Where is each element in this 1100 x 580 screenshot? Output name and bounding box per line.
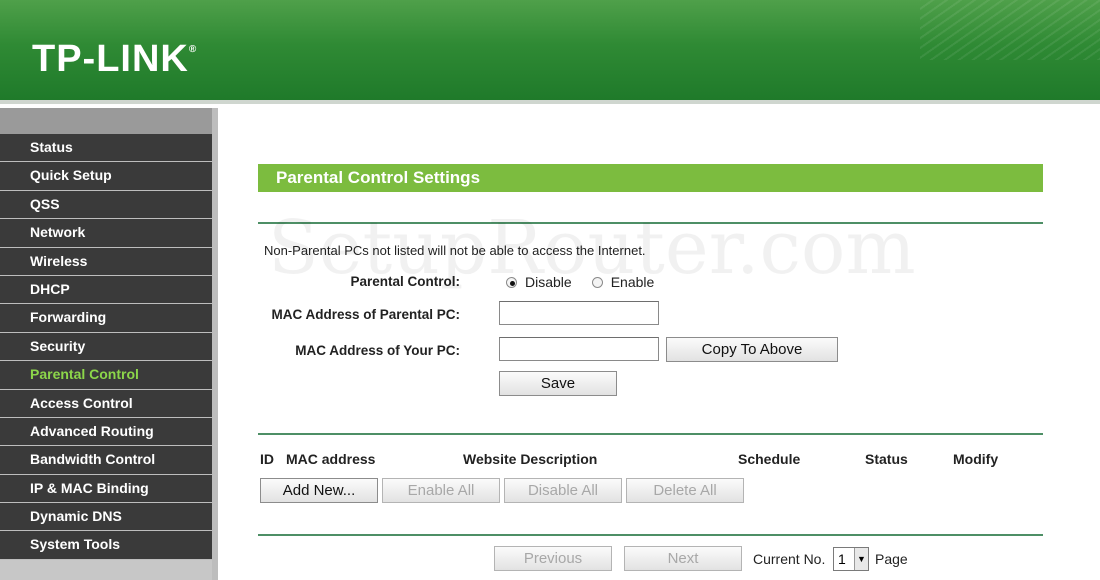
sidebar-item-status[interactable]: Status <box>0 134 212 163</box>
sidebar-item-wireless[interactable]: Wireless <box>0 247 212 276</box>
sidebar-item-dhcp[interactable]: DHCP <box>0 275 212 305</box>
disable-all-button[interactable]: Disable All <box>504 478 622 503</box>
parental-control-label: Parental Control: <box>350 274 460 289</box>
sidebar-item-quick-setup[interactable]: Quick Setup <box>0 162 212 191</box>
page-select-value: 1 <box>838 551 846 567</box>
page-suffix-label: Page <box>875 551 908 567</box>
header-banner: TP-LINK® <box>0 0 1100 104</box>
sidebar-item-network[interactable]: Network <box>0 219 212 248</box>
previous-button[interactable]: Previous <box>494 546 612 571</box>
divider-middle <box>258 433 1043 435</box>
page-select[interactable]: 1 ▼ <box>833 547 869 571</box>
enable-all-button[interactable]: Enable All <box>382 478 500 503</box>
sidebar-item-forwarding[interactable]: Forwarding <box>0 304 212 333</box>
header-decoration <box>920 0 1100 60</box>
column-header-schedule: Schedule <box>738 451 801 467</box>
tp-link-logo: TP-LINK® <box>32 38 197 81</box>
logo-text: TP-LINK <box>32 38 189 80</box>
mac-your-pc-label: MAC Address of Your PC: <box>295 343 460 358</box>
radio-disable-label: Disable <box>525 274 572 290</box>
sidebar-item-parental-control[interactable]: Parental Control <box>0 361 212 390</box>
radio-disable[interactable] <box>506 276 517 288</box>
sidebar-nav: Status Quick Setup QSS Network Wireless … <box>0 108 218 580</box>
sidebar-item-dynamic-dns[interactable]: Dynamic DNS <box>0 503 212 532</box>
next-button[interactable]: Next <box>624 546 742 571</box>
divider-bottom <box>258 534 1043 536</box>
add-new-button[interactable]: Add New... <box>260 478 378 503</box>
radio-enable-label: Enable <box>610 274 655 290</box>
save-button[interactable]: Save <box>499 371 617 396</box>
parental-control-radio-group: Disable Enable <box>506 274 674 290</box>
column-header-id: ID <box>260 451 274 467</box>
page-title: Parental Control Settings <box>258 164 1043 192</box>
sidebar-top-strip <box>0 108 212 134</box>
column-header-modify: Modify <box>953 451 999 467</box>
delete-all-button[interactable]: Delete All <box>626 478 744 503</box>
sidebar-item-security[interactable]: Security <box>0 332 212 362</box>
chevron-down-icon: ▼ <box>854 548 868 570</box>
parental-note: Non-Parental PCs not listed will not be … <box>264 243 646 258</box>
divider-top <box>258 222 1043 224</box>
sidebar-item-qss[interactable]: QSS <box>0 190 212 220</box>
column-header-website-description: Website Description <box>463 451 598 467</box>
column-header-mac-address: MAC address <box>286 451 376 467</box>
sidebar-item-advanced-routing[interactable]: Advanced Routing <box>0 417 212 447</box>
sidebar-item-ip-mac-binding[interactable]: IP & MAC Binding <box>0 474 212 504</box>
sidebar-item-bandwidth-control[interactable]: Bandwidth Control <box>0 446 212 475</box>
mac-parental-label: MAC Address of Parental PC: <box>271 307 460 322</box>
mac-your-pc-input[interactable] <box>499 337 659 361</box>
radio-enable[interactable] <box>591 276 603 288</box>
logo-registered-mark: ® <box>188 44 198 55</box>
current-page-label: Current No. <box>753 551 826 567</box>
main-content: Parental Control Settings Non-Parental P… <box>218 108 1100 580</box>
copy-to-above-button[interactable]: Copy To Above <box>666 337 838 362</box>
sidebar-item-system-tools[interactable]: System Tools <box>0 531 212 560</box>
mac-parental-input[interactable] <box>499 301 659 325</box>
sidebar-item-access-control[interactable]: Access Control <box>0 389 212 418</box>
column-header-status: Status <box>865 451 908 467</box>
